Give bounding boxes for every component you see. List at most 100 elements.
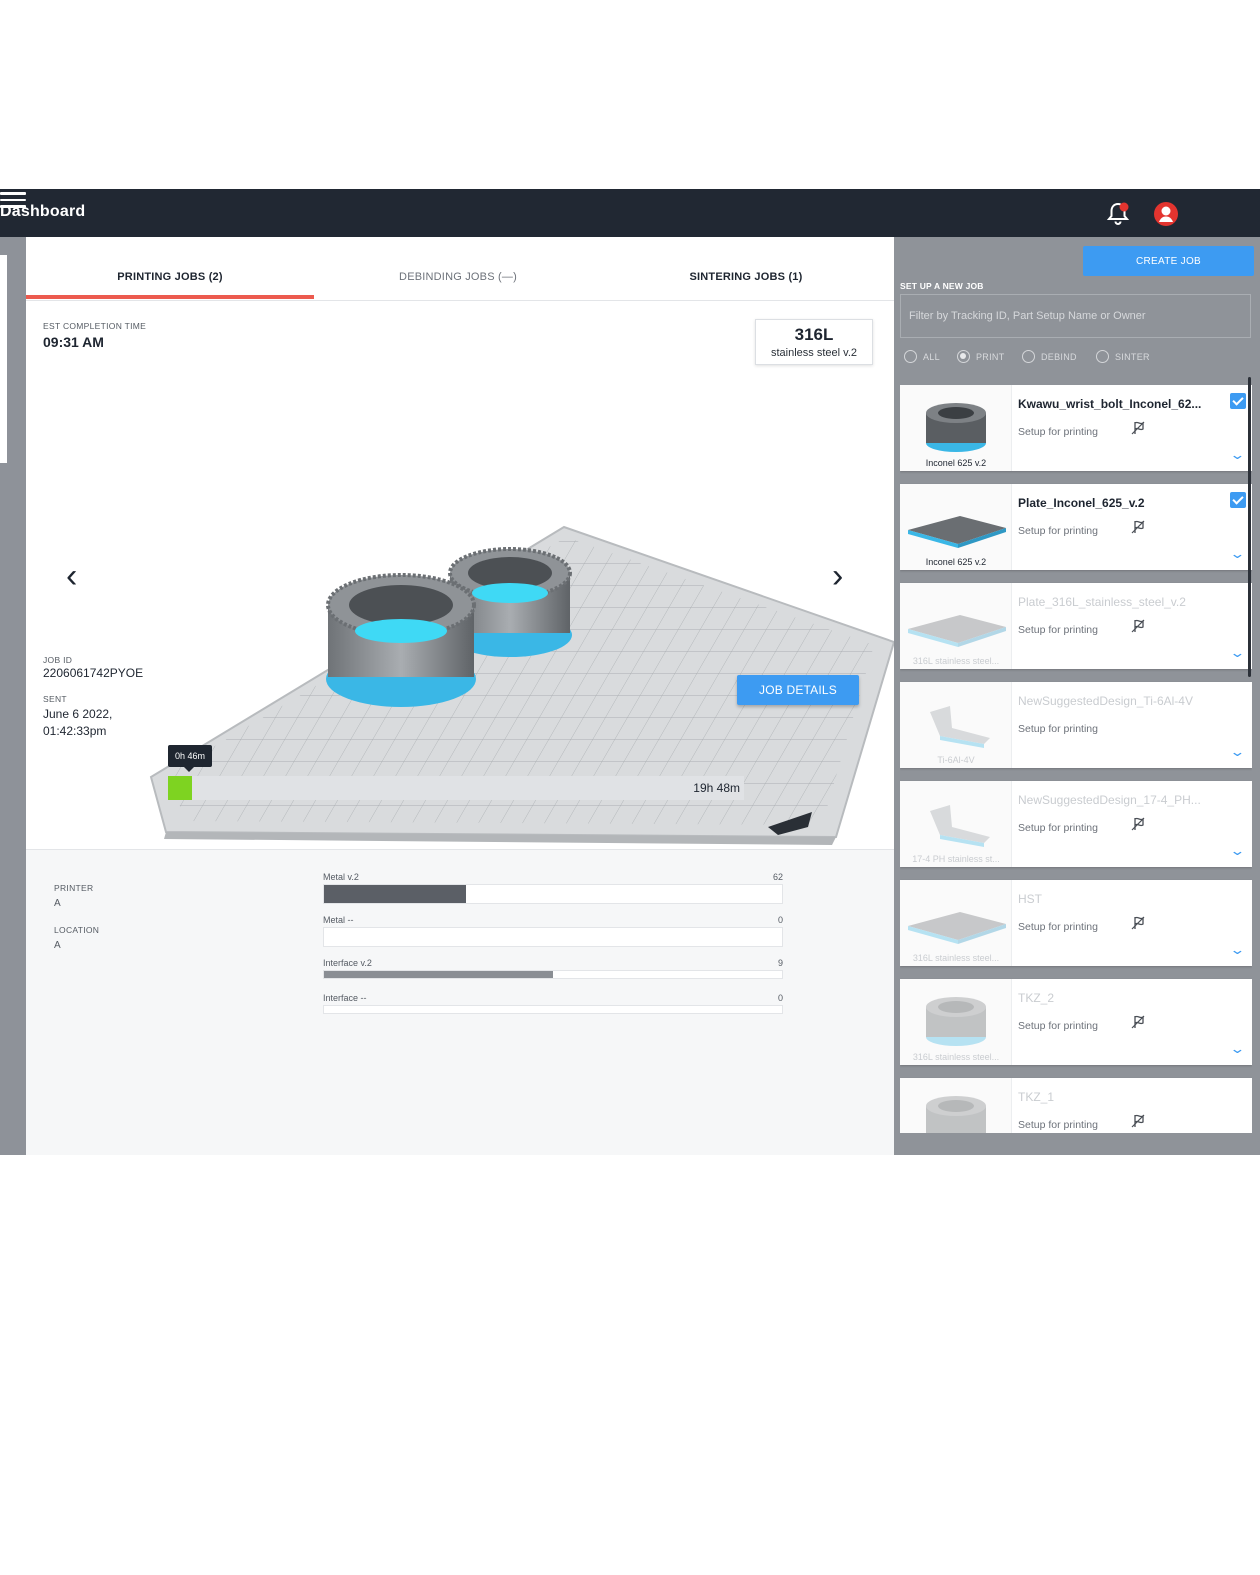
job-card[interactable]: 316L stainless steel... TKZ_2 Setup for pr… xyxy=(900,979,1252,1065)
cartridge-level-bar xyxy=(323,1005,783,1014)
cartridge-value: 0 xyxy=(777,915,783,925)
cartridge-level-bar xyxy=(323,970,783,979)
job-card[interactable]: TKZ_1Setup for printing⌄ xyxy=(900,1078,1252,1133)
cartridge-name: Interface -- xyxy=(323,993,367,1003)
job-status: Setup for printing xyxy=(1018,426,1098,438)
active-tab-indicator xyxy=(26,295,314,299)
job-material: Inconel 625 v.2 xyxy=(925,458,987,468)
create-job-button[interactable]: CREATE JOB xyxy=(1083,246,1254,276)
print-progress-fill xyxy=(168,776,192,800)
radio-icon xyxy=(1022,350,1035,363)
job-material: 316L stainless steel... xyxy=(912,656,1000,666)
no-flag-icon[interactable] xyxy=(1130,1014,1146,1030)
no-flag-icon[interactable] xyxy=(1130,816,1146,832)
job-status: Setup for printing xyxy=(1018,1119,1098,1131)
job-thumbnail xyxy=(900,1078,1012,1133)
cartridge-value: 0 xyxy=(777,993,783,1003)
cartridge-name: Interface v.2 xyxy=(323,958,372,968)
job-status: Setup for printing xyxy=(1018,921,1098,933)
est-completion-label: EST COMPLETION TIME xyxy=(43,321,147,331)
job-title: NewSuggestedDesign_17-4_PH... xyxy=(1018,793,1201,807)
no-flag-icon[interactable] xyxy=(1130,420,1146,436)
job-title: TKZ_1 xyxy=(1018,1090,1055,1104)
job-thumbnail: 316L stainless steel... xyxy=(900,979,1012,1065)
filter-radio-debind[interactable]: DEBIND xyxy=(1022,350,1077,363)
user-avatar-icon[interactable] xyxy=(1153,201,1179,227)
job-thumbnail: 316L stainless steel... xyxy=(900,880,1012,966)
chevron-down-icon[interactable]: ⌄ xyxy=(1229,447,1245,463)
job-title: Plate_316L_stainless_steel_v.2 xyxy=(1018,595,1186,609)
filter-radio-print[interactable]: PRINT xyxy=(957,350,1005,363)
no-flag-icon[interactable] xyxy=(1130,915,1146,931)
cartridge-level-bar xyxy=(323,884,783,904)
cartridge-level-fill xyxy=(324,971,553,978)
job-status: Setup for printing xyxy=(1018,1020,1098,1032)
tab-printing-jobs[interactable]: PRINTING JOBS (2) xyxy=(26,271,314,283)
gear-part-front xyxy=(326,573,476,707)
job-filter-input[interactable] xyxy=(900,294,1251,338)
material-badge: 316L stainless steel v.2 xyxy=(755,319,873,365)
job-status: Setup for printing xyxy=(1018,525,1098,537)
chevron-down-icon[interactable]: ⌄ xyxy=(1229,1041,1245,1057)
notification-bell-icon[interactable] xyxy=(1105,201,1131,227)
job-card[interactable]: Ti-6Al-4V NewSuggestedDesign_Ti-6Al-4V Set… xyxy=(900,682,1252,768)
progress-elapsed-tooltip: 0h 46m xyxy=(168,745,212,772)
job-list-scrollbar[interactable] xyxy=(1248,377,1251,677)
job-setup-sidebar: CREATE JOB SET UP A NEW JOB ALL PRINT DE… xyxy=(894,237,1260,1155)
no-flag-icon[interactable] xyxy=(1130,618,1146,634)
job-status: Setup for printing xyxy=(1018,624,1098,636)
cartridge-value: 9 xyxy=(777,958,783,968)
job-details-button[interactable]: JOB DETAILS xyxy=(737,675,859,705)
progress-total-time: 19h 48m xyxy=(693,781,740,795)
tab-sintering-jobs[interactable]: SINTERING JOBS (1) xyxy=(602,271,890,283)
sent-value: June 6 2022, 01:42:33pm xyxy=(43,707,113,738)
chevron-down-icon[interactable]: ⌄ xyxy=(1229,645,1245,661)
no-flag-icon[interactable] xyxy=(1130,1113,1146,1129)
cartridge-level-bar xyxy=(323,927,783,947)
job-thumbnail: Ti-6Al-4V xyxy=(900,682,1012,768)
job-id-label: JOB ID xyxy=(43,655,73,665)
chevron-down-icon[interactable]: ⌄ xyxy=(1229,546,1245,562)
tab-debinding-jobs[interactable]: DEBINDING JOBS (—) xyxy=(314,271,602,283)
chevron-down-icon[interactable]: ⌄ xyxy=(1229,942,1245,958)
radio-icon xyxy=(1096,350,1109,363)
setup-new-job-label: SET UP A NEW JOB xyxy=(900,281,984,291)
job-card[interactable]: 17-4 PH stainless st... NewSuggestedDesig… xyxy=(900,781,1252,867)
app-window: Dashboard PRINTING JOBS (2) DEBINDING JO… xyxy=(0,189,1260,1155)
printer-label: PRINTER xyxy=(54,883,94,893)
job-card[interactable]: 316L stainless steel... HST Setup for prin… xyxy=(900,880,1252,966)
radio-label: SINTER xyxy=(1115,351,1150,362)
chevron-down-icon[interactable]: ⌄ xyxy=(1229,744,1245,760)
cartridge-name: Metal -- xyxy=(323,915,354,925)
job-material: Inconel 625 v.2 xyxy=(925,557,987,567)
job-card[interactable]: Inconel 625 v.2 Kwawu_wrist_bolt_Inconel_… xyxy=(900,385,1252,471)
printer-details: PRINTER A LOCATION A Metal v.2 62 Metal … xyxy=(26,849,894,1155)
radio-label: PRINT xyxy=(976,351,1005,362)
job-select-checkbox[interactable] xyxy=(1230,492,1246,508)
job-card[interactable]: Inconel 625 v.2 Plate_Inconel_625_v.2 Setu… xyxy=(900,484,1252,570)
material-code: 316L xyxy=(794,325,834,344)
job-card[interactable]: 316L stainless steel... Plate_316L_stainl… xyxy=(900,583,1252,669)
printer-value: A xyxy=(54,898,61,909)
job-title: HST xyxy=(1018,892,1042,906)
job-material: 316L stainless steel... xyxy=(912,953,1000,963)
job-material: 17-4 PH stainless st... xyxy=(912,854,1000,864)
filter-radio-sinter[interactable]: SINTER xyxy=(1096,350,1150,363)
material-name: stainless steel v.2 xyxy=(770,347,857,359)
cartridge-level-fill xyxy=(324,885,466,903)
filter-radio-all[interactable]: ALL xyxy=(904,350,940,363)
job-title: TKZ_2 xyxy=(1018,991,1055,1005)
radio-icon xyxy=(904,350,917,363)
est-completion-value: 09:31 AM xyxy=(43,334,104,350)
left-rail-card[interactable] xyxy=(0,255,7,463)
job-select-checkbox[interactable] xyxy=(1230,393,1246,409)
job-status: Setup for printing xyxy=(1018,723,1098,735)
next-job-arrow-icon[interactable]: › xyxy=(832,559,843,593)
no-flag-icon[interactable] xyxy=(1130,519,1146,535)
job-tabs: PRINTING JOBS (2) DEBINDING JOBS (—) SIN… xyxy=(26,237,894,301)
chevron-down-icon[interactable]: ⌄ xyxy=(1229,843,1245,859)
job-material: 316L stainless steel... xyxy=(912,1052,1000,1062)
sent-label: SENT xyxy=(43,694,67,704)
previous-job-arrow-icon[interactable]: ‹ xyxy=(66,559,77,593)
job-title: NewSuggestedDesign_Ti-6Al-4V xyxy=(1018,694,1193,708)
